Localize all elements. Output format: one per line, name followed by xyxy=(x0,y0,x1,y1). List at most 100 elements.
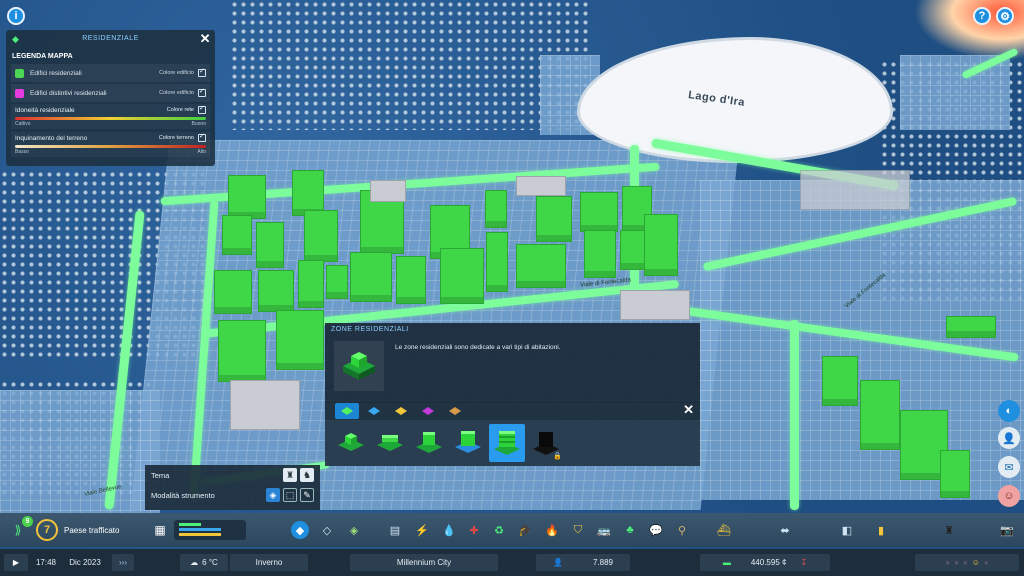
legend-checkbox[interactable] xyxy=(198,87,206,97)
legend-title: LEGENDA MAPPA xyxy=(12,53,73,60)
police-icon[interactable]: ⛉ xyxy=(569,521,587,539)
city-name[interactable]: Millennium City xyxy=(350,554,498,571)
residential-building[interactable] xyxy=(396,256,426,304)
money-display[interactable]: ▬ 440.595 ¢ ↧ xyxy=(700,554,830,571)
milestone-button[interactable]: 7 Paese trafficato xyxy=(36,519,140,541)
residential-building[interactable] xyxy=(258,270,294,312)
photo-mode-icon[interactable]: 📷 xyxy=(998,521,1016,539)
residential-building[interactable] xyxy=(536,196,572,242)
advisor-icon[interactable]: ☺ xyxy=(998,485,1020,507)
speed-icon[interactable]: ››› xyxy=(112,554,134,571)
residential-building[interactable] xyxy=(222,215,252,255)
snow-cloud-icon: ☁ xyxy=(190,558,199,567)
residential-building[interactable] xyxy=(860,380,900,450)
residential-building[interactable] xyxy=(276,310,324,370)
residential-building[interactable] xyxy=(584,230,616,278)
garbage-icon[interactable]: ♻ xyxy=(490,521,508,539)
theme-european-icon[interactable]: ♜ xyxy=(283,468,297,482)
map-tiles-icon[interactable]: ◧ xyxy=(838,521,856,539)
legend-gradient-suitability[interactable]: Idoneità residenziale Colore rete Cattiv… xyxy=(11,104,210,129)
close-icon[interactable]: ✕ xyxy=(683,402,694,418)
residential-building[interactable] xyxy=(516,244,566,288)
zone-high-density[interactable] xyxy=(489,424,525,462)
economy-icon[interactable]: ♜ xyxy=(940,521,958,539)
residential-building[interactable] xyxy=(822,356,858,406)
legend-checkbox[interactable] xyxy=(198,132,206,142)
zone-low-density[interactable] xyxy=(333,424,369,462)
residential-building[interactable] xyxy=(228,175,266,219)
landscaping-icon[interactable]: ◈ xyxy=(345,521,363,539)
legend-item-signature[interactable]: Edifici distintivi residenziali Colore e… xyxy=(11,84,210,102)
communications-icon[interactable]: 💬 xyxy=(647,521,665,539)
theme-american-icon[interactable]: ♞ xyxy=(300,468,314,482)
residential-building[interactable] xyxy=(326,265,348,299)
fire-icon[interactable]: 🔥 xyxy=(543,521,561,539)
residential-building[interactable] xyxy=(298,260,324,308)
residential-building[interactable] xyxy=(485,190,507,228)
status-dot-icon: ● xyxy=(945,558,951,567)
zoning-icon[interactable]: ◆ xyxy=(291,521,309,539)
zone-locked-type[interactable]: 🔒 xyxy=(528,424,564,462)
education-icon[interactable]: 🎓 xyxy=(516,521,534,539)
tab-commercial[interactable] xyxy=(362,403,386,419)
population-value: 7.889 xyxy=(592,558,613,567)
population-display[interactable]: 👤 7.889 xyxy=(536,554,630,571)
residential-building[interactable] xyxy=(644,214,678,276)
gradient-high-label: Buono xyxy=(191,121,206,127)
tab-residential[interactable] xyxy=(335,403,359,419)
building[interactable] xyxy=(800,170,910,210)
zone-medium-density[interactable] xyxy=(411,424,447,462)
building[interactable] xyxy=(516,176,566,196)
landscaping-tool-icon[interactable]: ⚲ xyxy=(673,521,691,539)
tab-industrial[interactable] xyxy=(389,403,413,419)
residential-building[interactable] xyxy=(218,320,266,382)
zoned-land xyxy=(0,390,160,515)
legend-checkbox[interactable] xyxy=(198,104,206,114)
bulldozer-icon[interactable]: ⬌ xyxy=(776,521,794,539)
residential-building[interactable] xyxy=(350,252,392,302)
residential-building[interactable] xyxy=(440,248,484,304)
legend-checkbox[interactable] xyxy=(198,67,206,77)
zoom-control-icon[interactable]: ◐ xyxy=(998,400,1020,422)
transport-icon[interactable]: 🚌 xyxy=(595,521,613,539)
citizens-icon[interactable]: 👤 xyxy=(998,427,1020,449)
residential-building[interactable] xyxy=(256,222,284,268)
water-icon[interactable]: 💧 xyxy=(440,521,458,539)
building[interactable] xyxy=(620,290,690,320)
roads-icon[interactable]: ▤ xyxy=(386,521,404,539)
statistics-icon[interactable]: ▮ xyxy=(872,521,890,539)
chirper-icon[interactable]: ✉ xyxy=(998,456,1020,478)
legend-item-residential[interactable]: Edifici residenziali Colore edificio xyxy=(11,64,210,82)
residential-building[interactable] xyxy=(304,210,338,262)
health-icon[interactable]: ✚ xyxy=(465,521,483,539)
residential-building[interactable] xyxy=(940,450,970,498)
zone-waterfront[interactable] xyxy=(450,424,486,462)
electricity-icon[interactable]: ⚡ xyxy=(413,521,431,539)
demand-meter[interactable] xyxy=(174,520,246,540)
play-button[interactable]: ▶ xyxy=(4,554,28,571)
brush-tool-icon[interactable]: ✎ xyxy=(300,488,314,502)
legend-gradient-pollution[interactable]: Inquinamento del terreno Colore terreno … xyxy=(11,132,210,157)
fill-tool-icon[interactable]: ◈ xyxy=(266,488,280,502)
marquee-tool-icon[interactable]: ⬚ xyxy=(283,488,297,502)
happiness-display[interactable]: ● ● ● ☺ ● xyxy=(915,554,1019,571)
tab-mixed[interactable] xyxy=(443,403,467,419)
building[interactable] xyxy=(230,380,300,430)
close-icon[interactable]: ✕ xyxy=(200,31,211,47)
gradient-bar xyxy=(15,145,206,148)
legend-item-label: Edifici distintivi residenziali xyxy=(30,89,107,97)
info-icon[interactable]: i xyxy=(7,7,25,25)
building[interactable] xyxy=(370,180,406,202)
residential-building[interactable] xyxy=(946,316,996,338)
tab-office[interactable] xyxy=(416,403,440,419)
help-icon[interactable]: ? xyxy=(973,7,991,25)
cargo-icon[interactable]: ⛴ xyxy=(715,521,733,539)
parks-icon[interactable]: ♣ xyxy=(621,521,639,539)
zone-row-housing[interactable] xyxy=(372,424,408,462)
residential-building[interactable] xyxy=(214,270,252,314)
residential-building[interactable] xyxy=(486,232,508,292)
gear-icon[interactable]: ⚙ xyxy=(996,7,1014,25)
residential-building[interactable] xyxy=(580,192,618,232)
area-tool-icon[interactable]: ◇ xyxy=(318,521,336,539)
city-info-icon[interactable]: ▦ xyxy=(152,522,168,538)
